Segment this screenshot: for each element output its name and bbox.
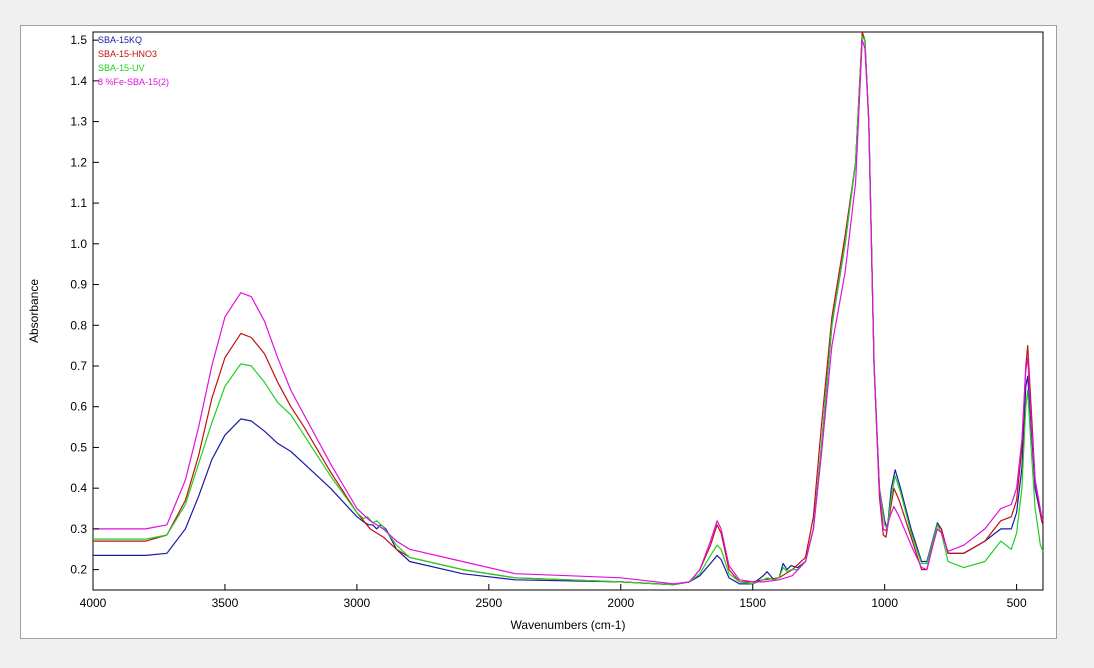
y-tick-label: 1.2: [70, 155, 87, 169]
chart-svg: 4000 3500 3000 2500 2000 1500 1000 500 0.2 0.3 0.…: [27, 31, 1044, 632]
chart-frame: 4000 3500 3000 2500 2000 1500 1000 500 0.2 0.3 0.…: [20, 25, 1057, 639]
y-tick-label: 0.7: [70, 359, 87, 373]
legend-entry: SBA-15KQ: [98, 35, 142, 45]
y-tick-label: 1.0: [70, 237, 87, 251]
legend-entry: 8 %Fe-SBA-15(2): [98, 77, 169, 87]
x-tick-label: 500: [1007, 596, 1027, 610]
y-tick-label: 0.9: [70, 278, 87, 292]
y-tick-label: 0.3: [70, 522, 87, 536]
y-tick-label: 0.2: [70, 563, 87, 577]
x-tick-label: 3000: [344, 596, 371, 610]
x-axis-label: Wavenumbers (cm-1): [511, 618, 626, 632]
y-tick-label: 0.8: [70, 318, 87, 332]
y-tick-label: 1.1: [70, 196, 87, 210]
y-tick-label: 1.5: [70, 33, 87, 47]
y-tick-label: 0.5: [70, 440, 87, 454]
x-tick-label: 1000: [871, 596, 898, 610]
y-tick-label: 1.3: [70, 115, 87, 129]
x-tick-label: 3500: [212, 596, 239, 610]
legend-entry: SBA-15-HNO3: [98, 49, 157, 59]
y-tick-label: 1.4: [70, 74, 87, 88]
legend-entry: SBA-15-UV: [98, 63, 145, 73]
x-tick-label: 2000: [607, 596, 634, 610]
y-tick-label: 0.4: [70, 481, 87, 495]
x-tick-label: 4000: [80, 596, 107, 610]
x-tick-label: 1500: [739, 596, 766, 610]
y-axis-label: Absorbance: [27, 279, 41, 343]
y-tick-label: 0.6: [70, 400, 87, 414]
x-tick-label: 2500: [475, 596, 502, 610]
